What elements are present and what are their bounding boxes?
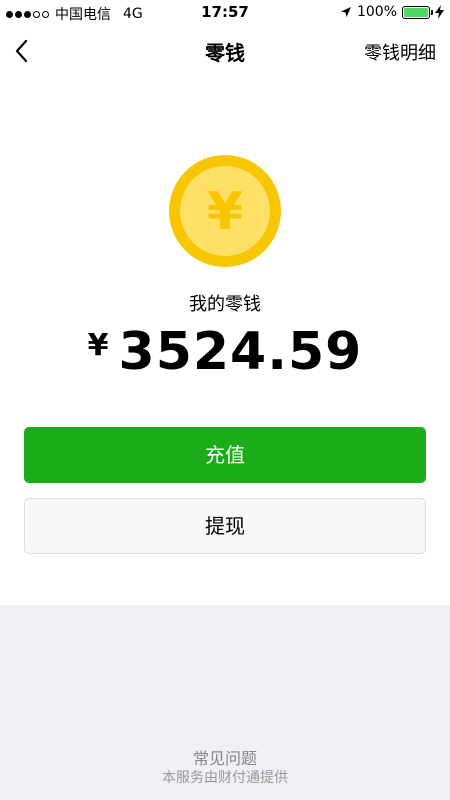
balance-display: ¥3524.59 [0, 322, 450, 382]
coin-symbol: ¥ [207, 182, 243, 242]
wallet-screen: 中国电信 4G 17:57 100% 零钱 零钱明细 ¥ 我的零钱 ¥ 3524… [0, 0, 450, 800]
balance-amount: 3524.59 [118, 322, 363, 382]
currency-symbol: ¥ [87, 328, 109, 363]
change-details-link[interactable]: 零钱明细 [364, 39, 436, 65]
navigation-bar: 零钱 零钱明细 [0, 24, 450, 78]
battery-icon [402, 5, 433, 19]
charging-bolt-icon [435, 5, 444, 19]
status-bar: 中国电信 4G 17:57 100% [0, 0, 450, 24]
status-right: 100% [340, 4, 444, 20]
recharge-button[interactable]: 充值 [24, 427, 426, 483]
wallet-label: 我的零钱 [189, 294, 261, 315]
footer: 常见问题 本服务由财付通提供 [0, 605, 450, 800]
service-provider-note: 本服务由财付通提供 [162, 770, 288, 786]
battery-percent: 100% [356, 4, 397, 20]
faq-link[interactable]: 常见问题 [0, 745, 450, 769]
withdraw-button[interactable]: 提现 [24, 498, 426, 554]
coin-icon: ¥ [169, 155, 281, 267]
location-arrow-icon [340, 7, 351, 17]
